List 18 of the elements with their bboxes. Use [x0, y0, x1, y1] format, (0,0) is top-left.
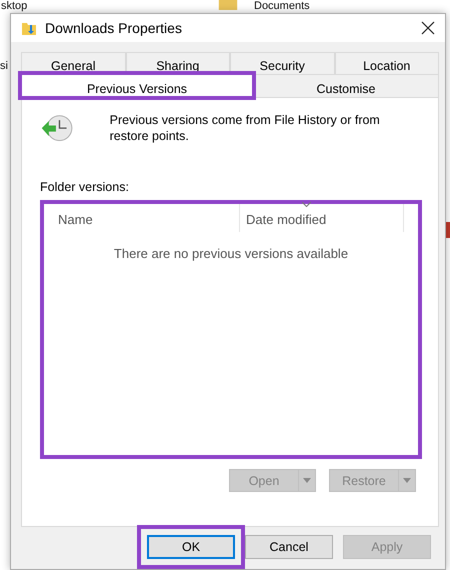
tab[interactable]: Security [230, 52, 334, 74]
sort-icon [302, 202, 311, 207]
column-header[interactable]: Date modified [240, 204, 404, 232]
tab[interactable]: Previous Versions [21, 74, 253, 97]
tab[interactable]: Location [334, 52, 439, 74]
folder-download-icon [21, 20, 37, 36]
list-label: Folder versions: [40, 180, 130, 194]
tab[interactable]: Customise [253, 74, 439, 97]
window-title: Downloads Properties [45, 20, 183, 36]
desktop-label: si [0, 60, 8, 72]
desktop-label: sktop [1, 0, 28, 12]
close-icon[interactable] [421, 21, 435, 35]
info-text: Previous versions come from File History or from restore points. [110, 112, 381, 144]
folder-icon [217, 0, 239, 10]
column-header[interactable]: Name [44, 204, 240, 232]
desktop-label: Documents [254, 0, 310, 12]
empty-message: There are no previous versions available [112, 246, 350, 261]
dialog-button[interactable]: Cancel [245, 535, 333, 559]
